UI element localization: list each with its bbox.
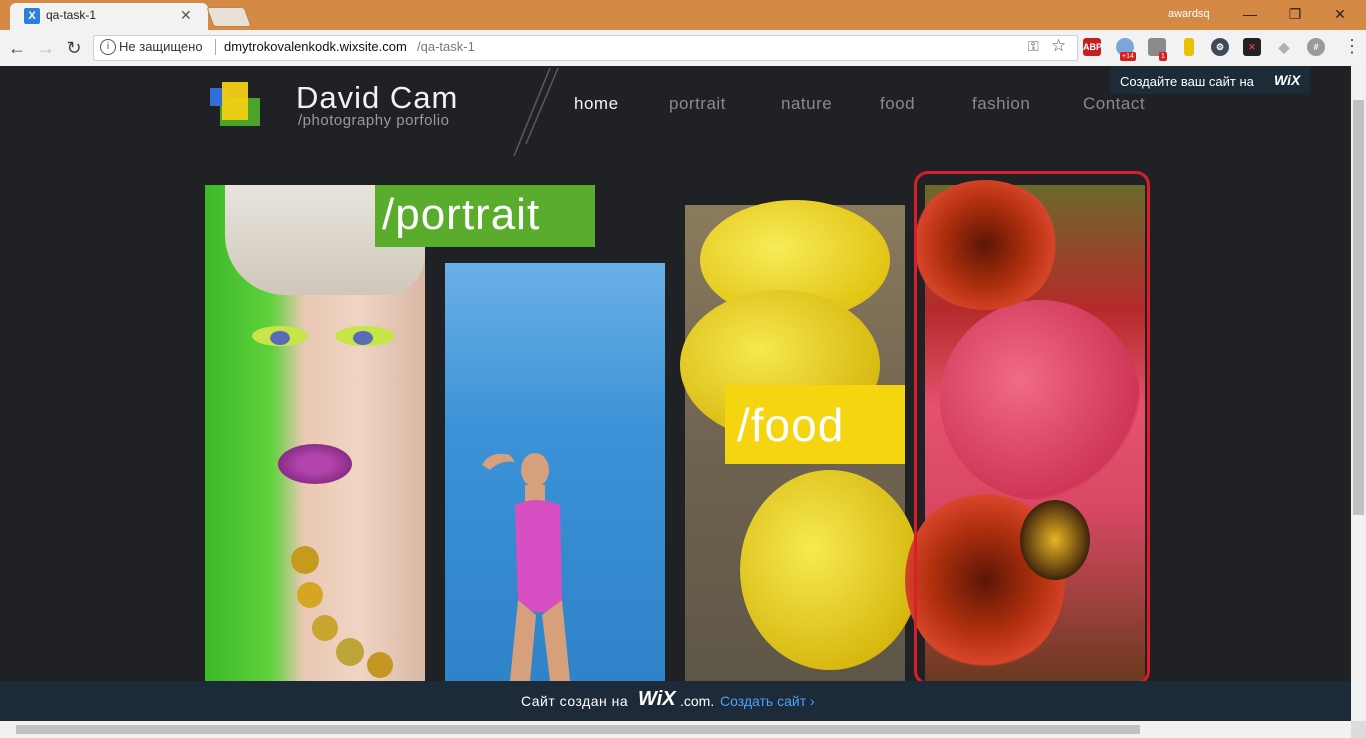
horizontal-scrollbar-thumb[interactable] (16, 725, 1140, 734)
menu-icon[interactable]: ⋮ (1343, 36, 1361, 57)
diamond-extension-icon[interactable]: ◆ (1275, 38, 1293, 56)
close-window-icon[interactable]: ✕ (1326, 4, 1354, 24)
adblock-plus-icon[interactable]: ABP (1083, 38, 1102, 56)
nav-home[interactable]: home (574, 94, 619, 114)
bulb-extension-icon[interactable] (1184, 38, 1194, 56)
reload-icon[interactable]: ↻ (62, 36, 86, 60)
forward-arrow-icon[interactable]: → (34, 36, 58, 60)
wix-favicon-icon: X (24, 8, 40, 24)
decorative-slash (513, 67, 559, 157)
nav-food[interactable]: food (880, 94, 915, 114)
nav-contact[interactable]: Contact (1083, 94, 1145, 114)
url-path[interactable]: /qa-task-1 (417, 39, 475, 54)
food-label[interactable]: /food (737, 398, 844, 452)
wix-logo-icon[interactable]: WiX (1274, 72, 1300, 88)
url-host[interactable]: dmytrokovalenkodk.wixsite.com (224, 39, 407, 54)
restore-icon[interactable]: ❐ (1281, 4, 1309, 24)
tab-close-icon[interactable]: ✕ (180, 7, 192, 24)
site-title[interactable]: David Cam (296, 80, 458, 116)
back-arrow-icon[interactable]: ← (5, 36, 29, 60)
bookmark-star-icon[interactable]: ☆ (1051, 36, 1066, 56)
portrait-eyes-shape (252, 326, 395, 346)
nav-nature[interactable]: nature (781, 94, 832, 114)
circle-extension-icon[interactable]: # (1307, 38, 1325, 56)
info-icon[interactable]: i (100, 39, 116, 55)
wix-footer-domain: .com. (680, 693, 715, 709)
highlight-annotation (914, 171, 1150, 685)
create-site-link[interactable]: Создать сайт › (720, 693, 815, 709)
lemon-shape (740, 470, 920, 670)
portrait-necklace-shape (291, 546, 393, 678)
minimize-icon[interactable]: — (1236, 4, 1264, 24)
wix-footer-text: Сайт создан на (521, 693, 629, 709)
profile-name[interactable]: awardsq (1168, 8, 1210, 20)
nav-fashion[interactable]: fashion (972, 94, 1030, 114)
omnibox-divider (215, 39, 216, 55)
site-subtitle: /photography porfolio (298, 112, 450, 129)
x-extension-icon[interactable]: ✕ (1243, 38, 1261, 56)
cloud-extension-badge: +14 (1120, 52, 1136, 61)
security-label[interactable]: Не защищено (119, 39, 203, 54)
shield-extension-badge: 1 (1159, 52, 1167, 61)
wix-promo-text[interactable]: Создайте ваш сайт на (1120, 74, 1254, 89)
vertical-scrollbar-thumb[interactable] (1353, 100, 1364, 515)
wix-footer-logo-icon[interactable]: WiX (638, 688, 676, 711)
fashion-model-shape (482, 453, 570, 681)
tab-title: qa-task-1 (46, 8, 97, 22)
scrollbar-corner (1351, 721, 1366, 738)
portrait-label[interactable]: /portrait (382, 190, 540, 240)
key-icon[interactable]: ⚿ (1028, 38, 1039, 55)
gear-extension-icon[interactable]: ⚙ (1211, 38, 1229, 56)
site-logo[interactable] (210, 82, 262, 128)
portrait-lips-shape (278, 444, 352, 484)
new-tab-button[interactable] (206, 7, 252, 27)
nav-portrait[interactable]: portrait (669, 94, 726, 114)
